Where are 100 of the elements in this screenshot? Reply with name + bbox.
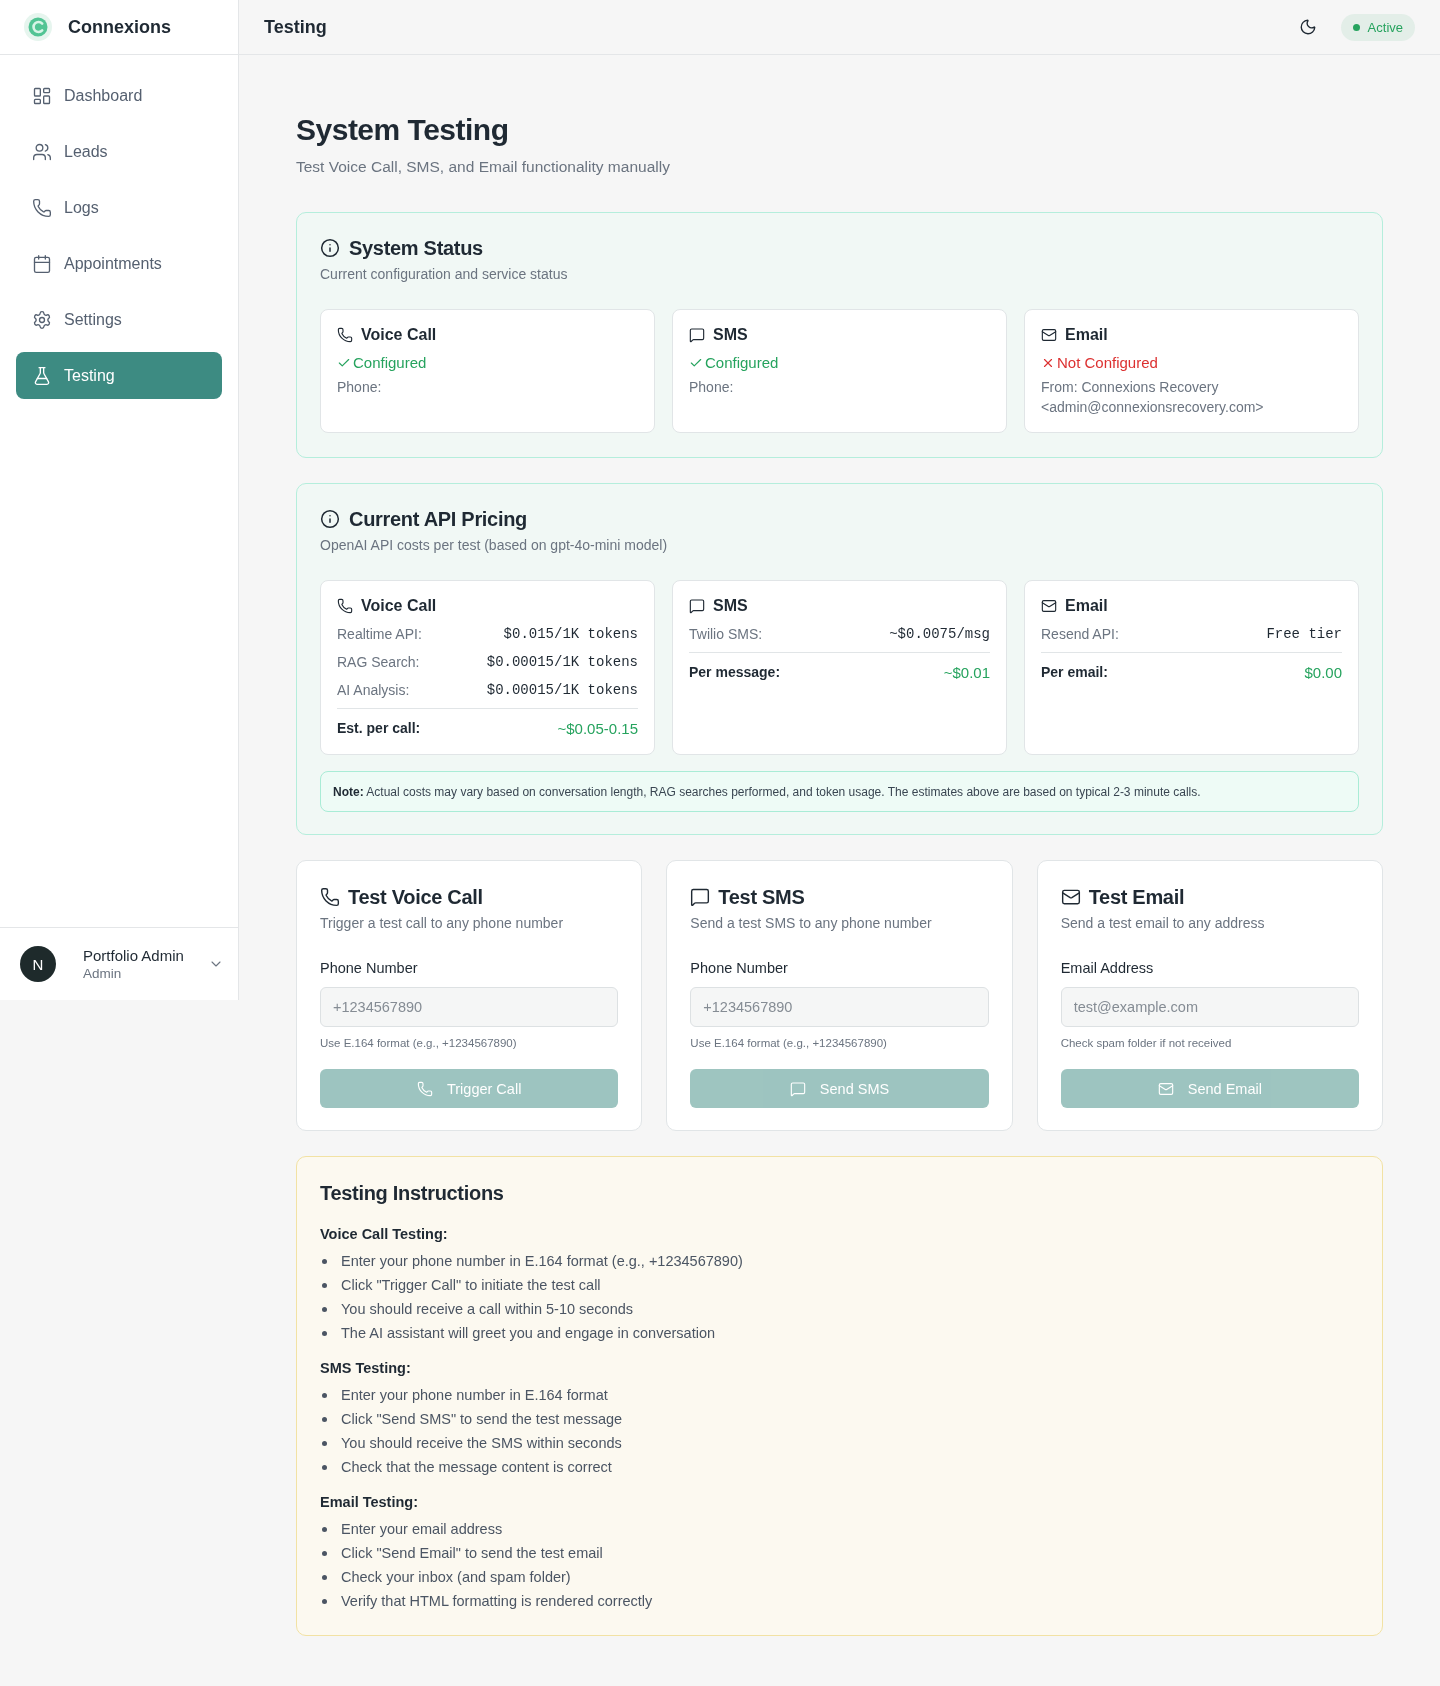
bullet-icon xyxy=(322,1598,327,1604)
mail-icon xyxy=(1041,327,1057,343)
nav-item[interactable]: Logs xyxy=(16,184,222,231)
section-title: System Status xyxy=(349,237,483,259)
bullet-icon xyxy=(322,1574,327,1580)
chat-bubble-icon xyxy=(689,598,705,614)
phone-icon xyxy=(337,598,353,614)
phone-icon xyxy=(320,887,340,907)
total-value: ~$0.05-0.15 xyxy=(557,719,638,737)
section-title: Current API Pricing xyxy=(349,508,528,530)
bullet-icon xyxy=(322,1464,327,1470)
test-title: Test SMS xyxy=(718,885,805,909)
chat-bubble-icon xyxy=(690,887,711,907)
bullet-icon xyxy=(322,1392,327,1398)
phone-icon xyxy=(337,327,353,343)
instruction-text: Check your inbox (and spam folder) xyxy=(341,1569,571,1585)
nav-item[interactable]: Appointments xyxy=(16,240,222,287)
field-hint: Check spam folder if not received xyxy=(1060,1036,1233,1051)
pricing-note: Note: Actual costs may vary based on conversation length, RAG searches performed, and token usage. The estimates above are based on typical 2-3 minute calls. xyxy=(320,771,1359,812)
page-subtitle: Test Voice Call, SMS, and Email functionality manually xyxy=(296,157,671,177)
nav-item[interactable]: Settings xyxy=(16,296,222,343)
brand-name: Connexions xyxy=(68,16,171,38)
status-text: Not Configured xyxy=(1057,353,1158,373)
calendar-icon xyxy=(32,253,52,274)
logo-icon xyxy=(24,13,52,41)
instruction-text: The AI assistant will greet you and engage in conversation xyxy=(341,1325,715,1341)
bullet-icon xyxy=(322,1306,327,1312)
user-role: Admin xyxy=(83,966,123,981)
section-subtitle: OpenAI API costs per test (based on gpt-4o-mini model) xyxy=(320,536,669,555)
rate-label: Resend API: xyxy=(1041,626,1119,642)
header-title: Testing xyxy=(264,16,327,38)
service-name: Voice Call xyxy=(361,325,437,345)
rate-value: $0.00015/1K tokens xyxy=(486,682,638,698)
service-detail: Phone: xyxy=(689,378,735,397)
users-icon xyxy=(32,141,52,162)
instruction-text: Verify that HTML formatting is rendered correctly xyxy=(341,1593,653,1609)
test-subtitle: Send a test SMS to any phone number xyxy=(690,914,933,933)
instruction-text: Check that the message content is correct xyxy=(341,1459,612,1475)
moon-icon[interactable] xyxy=(1298,18,1317,36)
instructions-heading: Voice Call Testing: xyxy=(320,1225,449,1244)
test-title: Test Voice Call xyxy=(348,885,483,909)
status-text: Active xyxy=(1367,19,1403,35)
service-name: SMS xyxy=(713,325,748,345)
total-value: $0.00 xyxy=(1304,663,1342,681)
settings-icon xyxy=(32,309,52,330)
bullet-icon xyxy=(322,1416,327,1422)
bullet-icon xyxy=(322,1258,327,1264)
service-detail: From: Connexions Recovery <admin@connexionsrecovery.com> xyxy=(1041,378,1265,417)
service-name: SMS xyxy=(713,596,748,616)
instruction-text: Enter your phone number in E.164 format xyxy=(341,1387,608,1403)
bullet-icon xyxy=(322,1526,327,1532)
field-label: Email Address xyxy=(1060,959,1155,978)
total-label: Est. per call: xyxy=(337,720,421,736)
service-detail: Phone: xyxy=(337,378,383,397)
instructions-heading: Email Testing: xyxy=(320,1493,420,1512)
info-icon xyxy=(320,238,340,258)
instructions-heading: SMS Testing: xyxy=(320,1359,412,1378)
status-text: Configured xyxy=(705,353,779,373)
instruction-text: Enter your phone number in E.164 format (e.g., +1234567890) xyxy=(341,1253,743,1269)
instruction-text: Enter your email address xyxy=(341,1521,503,1537)
chat-bubble-icon xyxy=(789,1080,806,1097)
test-title: Test Email xyxy=(1088,885,1185,909)
nav-item[interactable]: Dashboard xyxy=(16,72,222,119)
service-name: Email xyxy=(1065,325,1108,345)
nav-item[interactable]: Testing xyxy=(16,352,222,399)
field-label: Phone Number xyxy=(690,959,789,978)
test-subtitle: Send a test email to any address xyxy=(1060,914,1266,933)
service-name: Voice Call xyxy=(361,596,437,616)
field-hint: Use E.164 format (e.g., +1234567890) xyxy=(320,1036,518,1051)
rate-label: Realtime API: xyxy=(337,626,422,642)
total-label: Per email: xyxy=(1041,664,1108,680)
test-subtitle: Trigger a test call to any phone number xyxy=(320,914,565,933)
rate-label: Twilio SMS: xyxy=(689,626,763,642)
rate-value: $0.00015/1K tokens xyxy=(486,654,638,670)
flask-icon xyxy=(32,365,52,386)
service-name: Email xyxy=(1065,596,1108,616)
rate-label: RAG Search: xyxy=(337,654,420,670)
mail-icon xyxy=(1060,887,1081,907)
instruction-text: Click "Send SMS" to send the test message xyxy=(341,1411,623,1427)
page-title: System Testing xyxy=(296,112,510,148)
mail-icon xyxy=(1157,1080,1174,1097)
section-subtitle: Current configuration and service status xyxy=(320,265,569,284)
instructions-title: Testing Instructions xyxy=(320,1181,505,1205)
status-text: Configured xyxy=(353,353,427,373)
phone-icon xyxy=(32,197,52,218)
field-label: Phone Number xyxy=(320,959,419,978)
instruction-text: Click "Trigger Call" to initiate the test call xyxy=(341,1277,601,1293)
status-dot-icon xyxy=(1352,23,1360,31)
mail-icon xyxy=(1041,598,1057,614)
bullet-icon xyxy=(322,1330,327,1336)
info-icon xyxy=(320,509,340,529)
total-label: Per message: xyxy=(689,664,781,680)
nav-item[interactable]: Leads xyxy=(16,128,222,175)
user-name: Portfolio Admin xyxy=(83,947,185,964)
rate-value: $0.015/1K tokens xyxy=(503,626,638,642)
dashboard-icon xyxy=(32,85,52,106)
bullet-icon xyxy=(322,1440,327,1446)
rate-value: ~$0.0075/msg xyxy=(889,626,990,642)
instruction-text: You should receive a call within 5-10 seconds xyxy=(341,1301,634,1317)
phone-icon xyxy=(416,1080,433,1097)
